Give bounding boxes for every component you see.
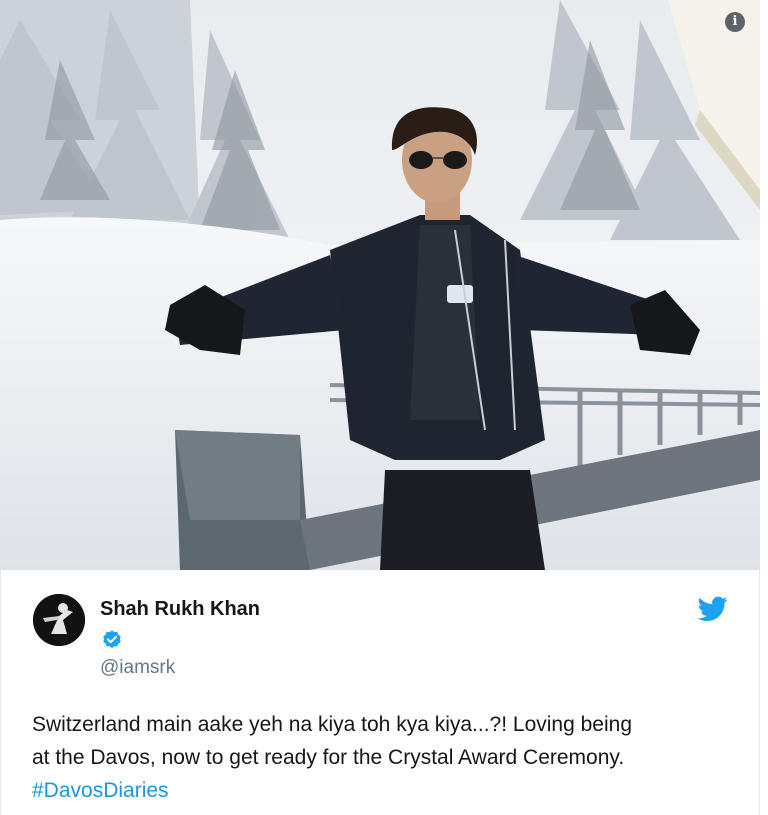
tweet-photo[interactable]: i — [0, 0, 760, 570]
photo-scene — [0, 0, 760, 570]
info-icon[interactable]: i — [725, 12, 745, 32]
twitter-bird-icon[interactable] — [698, 596, 728, 622]
tweet-text: Switzerland main aake yeh na kiya toh ky… — [32, 708, 742, 807]
author-handle[interactable]: @iamsrk — [100, 657, 175, 679]
hashtag-link[interactable]: #DavosDiaries — [32, 774, 169, 807]
embedded-tweet-card: i Shah Rukh Khan @iamsrk Switzerland mai… — [0, 0, 768, 815]
tweet-text-line-1: Switzerland main aake yeh na kiya toh ky… — [32, 713, 633, 736]
tweet-text-line-2: at the Davos, now to get ready for the C… — [32, 746, 625, 769]
tweet-body: Shah Rukh Khan @iamsrk Switzerland main … — [0, 570, 760, 815]
avatar[interactable] — [33, 594, 85, 646]
verified-badge-icon — [103, 630, 121, 648]
avatar-image — [33, 594, 85, 646]
author-name[interactable]: Shah Rukh Khan — [100, 598, 260, 621]
